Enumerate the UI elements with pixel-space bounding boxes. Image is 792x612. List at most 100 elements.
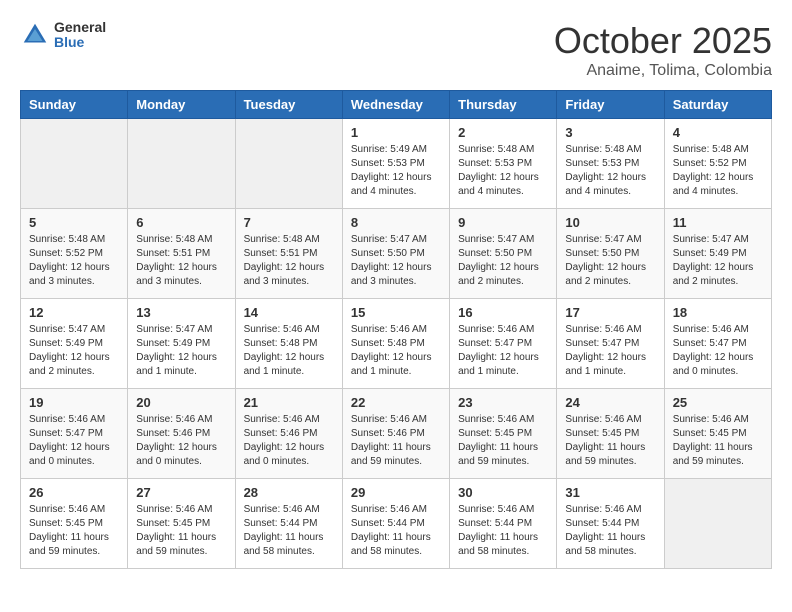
day-number: 22 <box>351 395 441 410</box>
calendar-day-cell: 11 Sunrise: 5:47 AM Sunset: 5:49 PM Dayli… <box>664 209 771 299</box>
day-number: 3 <box>565 125 655 140</box>
calendar-day-cell: 4 Sunrise: 5:48 AM Sunset: 5:52 PM Daylig… <box>664 119 771 209</box>
calendar-day-cell: 19 Sunrise: 5:46 AM Sunset: 5:47 PM Dayli… <box>21 389 128 479</box>
day-info: Sunrise: 5:46 AM Sunset: 5:46 PM Dayligh… <box>351 413 441 469</box>
day-of-week-header: Monday <box>128 91 235 119</box>
calendar-day-cell: 16 Sunrise: 5:46 AM Sunset: 5:47 PM Dayli… <box>450 299 557 389</box>
calendar-table: SundayMondayTuesdayWednesdayThursdayFrid… <box>20 90 772 569</box>
day-number: 25 <box>673 395 763 410</box>
calendar-week-row: 1 Sunrise: 5:49 AM Sunset: 5:53 PM Daylig… <box>21 119 772 209</box>
day-number: 7 <box>244 215 334 230</box>
calendar-day-cell: 25 Sunrise: 5:46 AM Sunset: 5:45 PM Dayli… <box>664 389 771 479</box>
day-info: Sunrise: 5:46 AM Sunset: 5:47 PM Dayligh… <box>458 323 548 379</box>
day-number: 30 <box>458 485 548 500</box>
day-info: Sunrise: 5:47 AM Sunset: 5:50 PM Dayligh… <box>565 233 655 289</box>
calendar-day-cell: 14 Sunrise: 5:46 AM Sunset: 5:48 PM Dayli… <box>235 299 342 389</box>
calendar-day-cell <box>21 119 128 209</box>
calendar-day-cell <box>664 479 771 569</box>
day-info: Sunrise: 5:46 AM Sunset: 5:45 PM Dayligh… <box>136 503 226 559</box>
day-info: Sunrise: 5:46 AM Sunset: 5:44 PM Dayligh… <box>244 503 334 559</box>
day-info: Sunrise: 5:46 AM Sunset: 5:44 PM Dayligh… <box>458 503 548 559</box>
day-number: 8 <box>351 215 441 230</box>
calendar-day-cell: 2Sunrise: 5:48 AM Sunset: 5:53 PM Daylig… <box>450 119 557 209</box>
day-info: Sunrise: 5:46 AM Sunset: 5:47 PM Dayligh… <box>29 413 119 469</box>
day-info: Sunrise: 5:46 AM Sunset: 5:47 PM Dayligh… <box>565 323 655 379</box>
day-info: Sunrise: 5:46 AM Sunset: 5:45 PM Dayligh… <box>673 413 763 469</box>
day-of-week-header: Thursday <box>450 91 557 119</box>
day-info: Sunrise: 5:49 AM Sunset: 5:53 PM Dayligh… <box>351 143 441 199</box>
title-block: October 2025 Anaime, Tolima, Colombia <box>554 20 772 80</box>
calendar-week-row: 5 Sunrise: 5:48 AM Sunset: 5:52 PM Daylig… <box>21 209 772 299</box>
calendar-week-row: 12 Sunrise: 5:47 AM Sunset: 5:49 PM Dayli… <box>21 299 772 389</box>
calendar-day-cell: 8 Sunrise: 5:47 AM Sunset: 5:50 PM Daylig… <box>342 209 449 299</box>
day-number: 23 <box>458 395 548 410</box>
calendar-day-cell: 12 Sunrise: 5:47 AM Sunset: 5:49 PM Dayli… <box>21 299 128 389</box>
calendar-week-row: 26Sunrise: 5:46 AM Sunset: 5:45 PM Dayli… <box>21 479 772 569</box>
day-number: 29 <box>351 485 441 500</box>
calendar-day-cell <box>235 119 342 209</box>
calendar-day-cell: 18Sunrise: 5:46 AM Sunset: 5:47 PM Dayli… <box>664 299 771 389</box>
logo-text: General Blue <box>54 20 106 51</box>
day-info: Sunrise: 5:46 AM Sunset: 5:45 PM Dayligh… <box>458 413 548 469</box>
day-number: 19 <box>29 395 119 410</box>
day-info: Sunrise: 5:46 AM Sunset: 5:44 PM Dayligh… <box>351 503 441 559</box>
day-of-week-header: Wednesday <box>342 91 449 119</box>
calendar-day-cell: 3 Sunrise: 5:48 AM Sunset: 5:53 PM Daylig… <box>557 119 664 209</box>
day-info: Sunrise: 5:48 AM Sunset: 5:52 PM Dayligh… <box>29 233 119 289</box>
day-info: Sunrise: 5:48 AM Sunset: 5:51 PM Dayligh… <box>244 233 334 289</box>
day-number: 2 <box>458 125 548 140</box>
logo-icon <box>20 20 50 50</box>
day-info: Sunrise: 5:46 AM Sunset: 5:46 PM Dayligh… <box>244 413 334 469</box>
calendar-day-cell: 23 Sunrise: 5:46 AM Sunset: 5:45 PM Dayli… <box>450 389 557 479</box>
calendar-day-cell: 22 Sunrise: 5:46 AM Sunset: 5:46 PM Dayli… <box>342 389 449 479</box>
calendar-day-cell: 9 Sunrise: 5:47 AM Sunset: 5:50 PM Daylig… <box>450 209 557 299</box>
calendar-day-cell: 1 Sunrise: 5:49 AM Sunset: 5:53 PM Daylig… <box>342 119 449 209</box>
day-info: Sunrise: 5:47 AM Sunset: 5:50 PM Dayligh… <box>458 233 548 289</box>
day-number: 20 <box>136 395 226 410</box>
day-of-week-header: Friday <box>557 91 664 119</box>
day-info: Sunrise: 5:48 AM Sunset: 5:52 PM Dayligh… <box>673 143 763 199</box>
calendar-day-cell: 24Sunrise: 5:46 AM Sunset: 5:45 PM Dayli… <box>557 389 664 479</box>
calendar-day-cell: 6 Sunrise: 5:48 AM Sunset: 5:51 PM Daylig… <box>128 209 235 299</box>
day-number: 31 <box>565 485 655 500</box>
day-number: 28 <box>244 485 334 500</box>
day-number: 27 <box>136 485 226 500</box>
calendar-day-cell: 17 Sunrise: 5:46 AM Sunset: 5:47 PM Dayli… <box>557 299 664 389</box>
day-info: Sunrise: 5:47 AM Sunset: 5:49 PM Dayligh… <box>29 323 119 379</box>
calendar-day-cell: 15Sunrise: 5:46 AM Sunset: 5:48 PM Dayli… <box>342 299 449 389</box>
calendar-day-cell <box>128 119 235 209</box>
day-number: 12 <box>29 305 119 320</box>
day-info: Sunrise: 5:46 AM Sunset: 5:47 PM Dayligh… <box>673 323 763 379</box>
day-info: Sunrise: 5:46 AM Sunset: 5:45 PM Dayligh… <box>565 413 655 469</box>
day-number: 17 <box>565 305 655 320</box>
day-info: Sunrise: 5:46 AM Sunset: 5:44 PM Dayligh… <box>565 503 655 559</box>
day-info: Sunrise: 5:47 AM Sunset: 5:49 PM Dayligh… <box>673 233 763 289</box>
day-number: 1 <box>351 125 441 140</box>
day-number: 11 <box>673 215 763 230</box>
calendar-day-cell: 31 Sunrise: 5:46 AM Sunset: 5:44 PM Dayli… <box>557 479 664 569</box>
day-of-week-header: Sunday <box>21 91 128 119</box>
calendar-day-cell: 30 Sunrise: 5:46 AM Sunset: 5:44 PM Dayli… <box>450 479 557 569</box>
day-number: 10 <box>565 215 655 230</box>
day-number: 16 <box>458 305 548 320</box>
day-info: Sunrise: 5:46 AM Sunset: 5:48 PM Dayligh… <box>244 323 334 379</box>
day-number: 6 <box>136 215 226 230</box>
day-number: 4 <box>673 125 763 140</box>
day-number: 5 <box>29 215 119 230</box>
day-number: 9 <box>458 215 548 230</box>
day-info: Sunrise: 5:48 AM Sunset: 5:53 PM Dayligh… <box>565 143 655 199</box>
logo-blue: Blue <box>54 35 106 50</box>
calendar-day-cell: 27 Sunrise: 5:46 AM Sunset: 5:45 PM Dayli… <box>128 479 235 569</box>
day-number: 21 <box>244 395 334 410</box>
day-info: Sunrise: 5:46 AM Sunset: 5:45 PM Dayligh… <box>29 503 119 559</box>
day-info: Sunrise: 5:47 AM Sunset: 5:50 PM Dayligh… <box>351 233 441 289</box>
day-info: Sunrise: 5:48 AM Sunset: 5:51 PM Dayligh… <box>136 233 226 289</box>
page-header: General Blue October 2025 Anaime, Tolima… <box>20 20 772 80</box>
calendar-day-cell: 26Sunrise: 5:46 AM Sunset: 5:45 PM Dayli… <box>21 479 128 569</box>
day-number: 14 <box>244 305 334 320</box>
calendar-day-cell: 29 Sunrise: 5:46 AM Sunset: 5:44 PM Dayli… <box>342 479 449 569</box>
logo-general: General <box>54 20 106 35</box>
calendar-day-cell: 7 Sunrise: 5:48 AM Sunset: 5:51 PM Daylig… <box>235 209 342 299</box>
calendar-day-cell: 10 Sunrise: 5:47 AM Sunset: 5:50 PM Dayli… <box>557 209 664 299</box>
day-of-week-header: Tuesday <box>235 91 342 119</box>
